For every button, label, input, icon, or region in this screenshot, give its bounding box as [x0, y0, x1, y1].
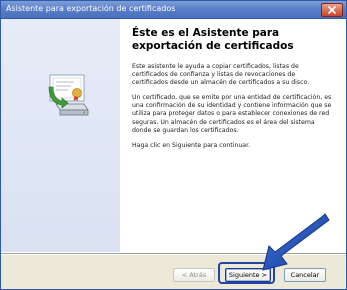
- continue-instruction: Haga clic en Siguiente para continuar.: [132, 141, 251, 149]
- title-bar[interactable]: Asistente para exportación de certificad…: [1, 1, 346, 19]
- back-button[interactable]: < Atrás: [173, 268, 215, 282]
- close-button[interactable]: [321, 3, 343, 17]
- window-title: Asistente para exportación de certificad…: [6, 4, 176, 13]
- intro-paragraph: Este asistente le ayuda a copiar certifi…: [132, 63, 310, 87]
- pointer-arrow: [262, 213, 330, 271]
- certificate-export-icon: [48, 74, 89, 116]
- definition-paragraph: Un certificado, que se emite por una ent…: [132, 94, 332, 134]
- close-icon: [328, 6, 336, 14]
- wizard-side-panel: [1, 19, 120, 252]
- wizard-content: Éste es el Asistente para exportación de…: [132, 27, 332, 157]
- wizard-heading: Éste es el Asistente para exportación de…: [132, 27, 294, 52]
